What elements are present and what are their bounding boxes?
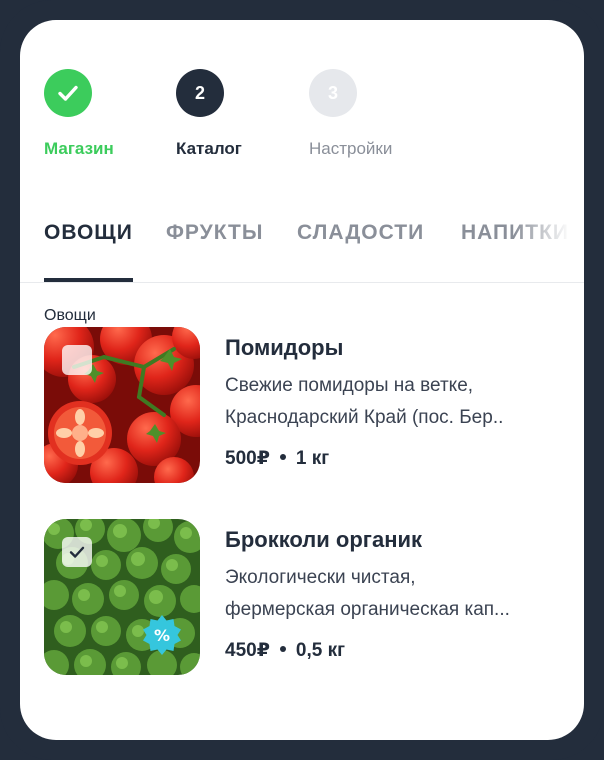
tab-fruits[interactable]: ФРУКТЫ	[166, 200, 263, 282]
product-name: Помидоры	[225, 335, 344, 360]
product-price: 450₽	[225, 640, 270, 661]
step-label-shop: Магазин	[44, 139, 114, 158]
product-description: Экологически чистая, фермерская органиче…	[225, 562, 575, 626]
step-settings[interactable]: 3 Настройки	[309, 69, 439, 159]
product-meta: 500₽ 1 кг	[225, 447, 575, 470]
product-info: Брокколи органик Экологически чистая, фе…	[225, 519, 575, 662]
section-title: Овощи	[44, 307, 96, 324]
discount-badge-icon: %	[140, 613, 184, 657]
product-select-checkbox[interactable]	[62, 345, 92, 375]
discount-symbol: %	[154, 626, 170, 645]
product-image-tomatoes	[44, 327, 200, 483]
category-tabs: ОВОЩИ ФРУКТЫ СЛАДОСТИ НАПИТКИ	[20, 200, 584, 283]
check-icon	[58, 85, 78, 101]
product-card[interactable]: Помидоры Свежие помидоры на ветке, Красн…	[44, 327, 584, 487]
step-label-settings: Настройки	[309, 139, 393, 158]
phone-frame: Магазин 2 Каталог 3 Настройки ОВОЩИ ФРУК…	[0, 0, 604, 760]
product-description-line: фермерская органическая кап...	[225, 599, 510, 620]
product-card[interactable]: % Брокколи органик Экологически чистая, …	[44, 519, 584, 679]
check-icon	[69, 546, 85, 558]
product-description-line: Свежие помидоры на ветке,	[225, 375, 474, 396]
step-shop[interactable]: Магазин	[44, 69, 174, 159]
step-circle-todo: 3	[309, 69, 357, 117]
step-catalog[interactable]: 2 Каталог	[176, 69, 306, 159]
step-circle-active: 2	[176, 69, 224, 117]
product-image-broccoli: %	[44, 519, 200, 675]
tab-sweets[interactable]: СЛАДОСТИ	[297, 200, 424, 282]
step-circle-done	[44, 69, 92, 117]
product-select-checkbox[interactable]	[62, 537, 92, 567]
product-info: Помидоры Свежие помидоры на ветке, Красн…	[225, 327, 575, 470]
step-label-catalog: Каталог	[176, 139, 242, 158]
app-screen: Магазин 2 Каталог 3 Настройки ОВОЩИ ФРУК…	[20, 20, 584, 740]
product-name: Брокколи органик	[225, 527, 423, 552]
product-description-line: Экологически чистая,	[225, 567, 416, 588]
product-description: Свежие помидоры на ветке, Краснодарский …	[225, 370, 575, 434]
separator-dot	[279, 454, 286, 461]
tab-vegetables[interactable]: ОВОЩИ	[44, 200, 133, 282]
product-weight: 0,5 кг	[295, 640, 346, 661]
product-meta: 450₽ 0,5 кг	[225, 639, 575, 662]
stepper: Магазин 2 Каталог 3 Настройки	[20, 20, 584, 170]
product-description-line: Краснодарский Край (пос. Бер..	[225, 407, 504, 428]
separator-dot	[279, 646, 286, 653]
tabs-fade-overlay	[514, 200, 584, 280]
product-price: 500₽	[225, 448, 270, 469]
product-weight: 1 кг	[295, 448, 330, 469]
